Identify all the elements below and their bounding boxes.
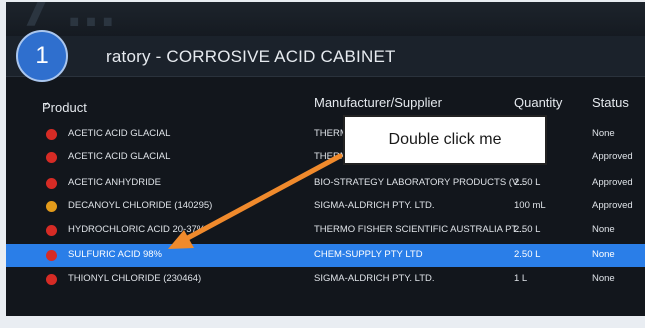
- callout-box: Double click me: [343, 115, 547, 165]
- arrow-shaft: [181, 153, 343, 243]
- arrow-annotation: [168, 153, 343, 249]
